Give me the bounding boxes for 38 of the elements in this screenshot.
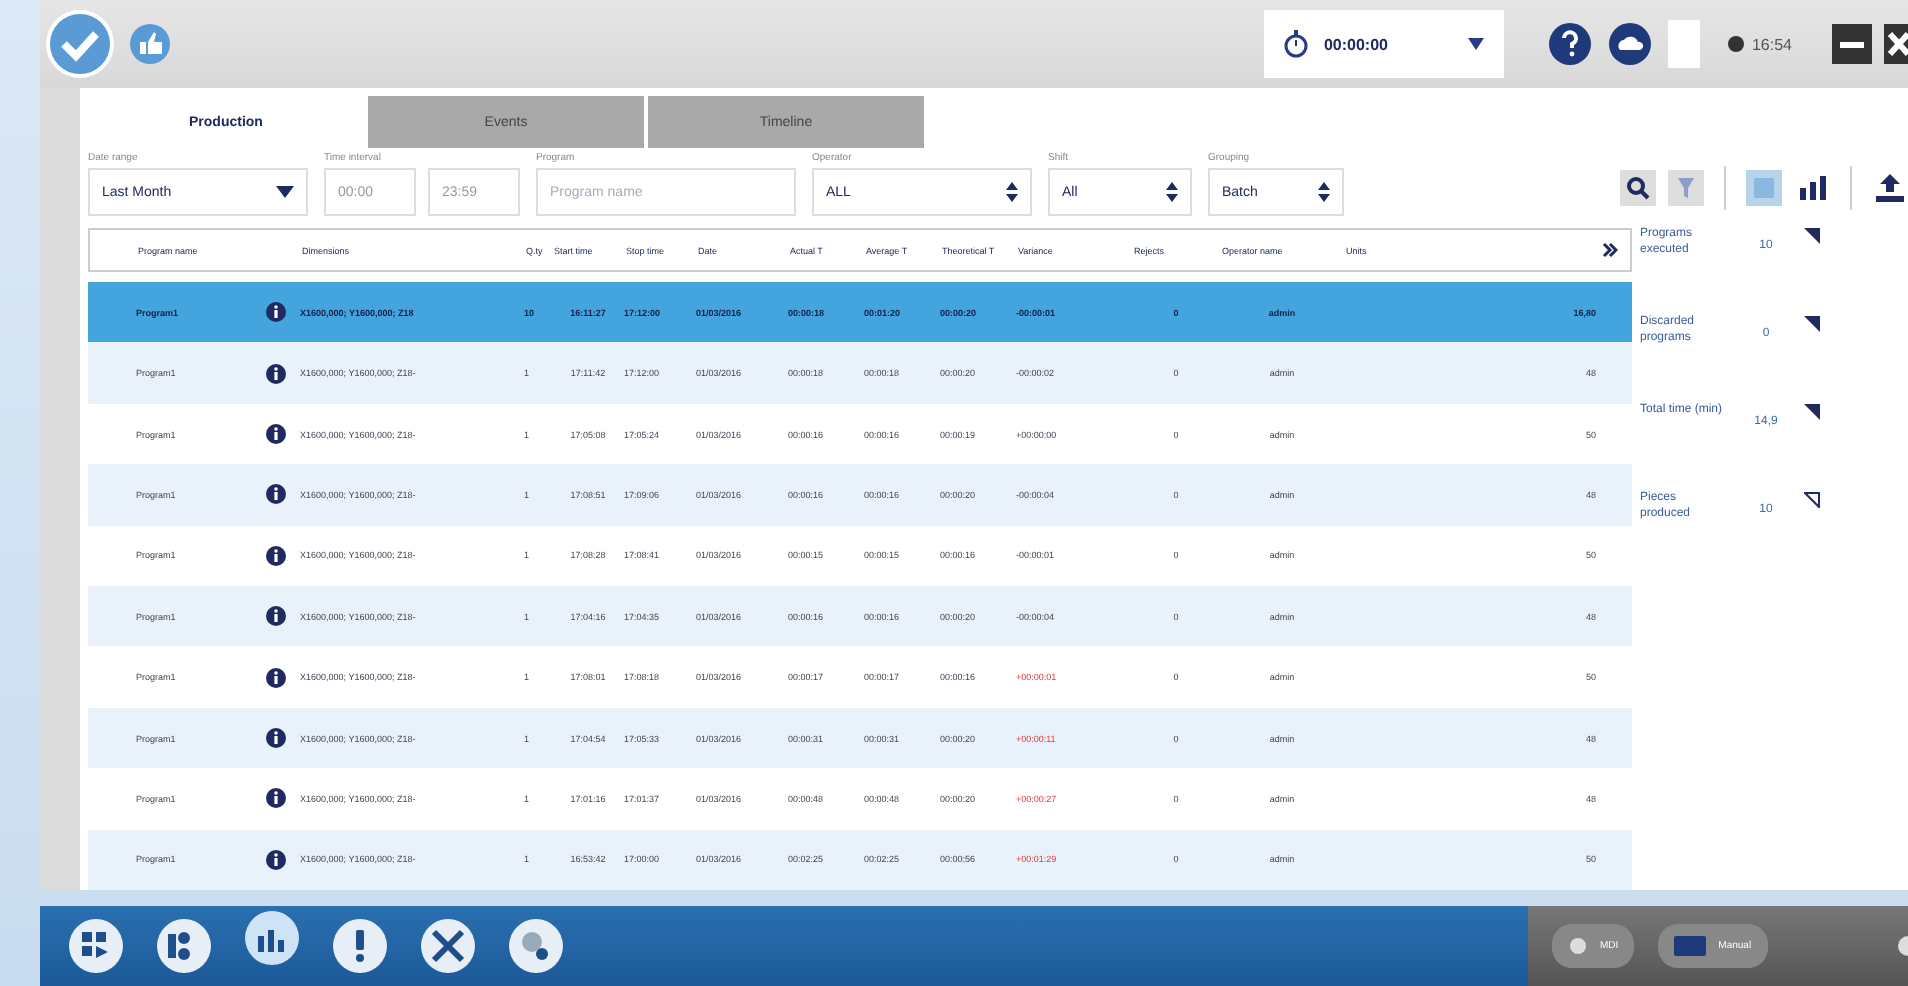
info-icon[interactable]	[266, 606, 286, 627]
spinner-icon	[1166, 182, 1178, 202]
info-icon[interactable]	[266, 363, 286, 384]
grid-play-icon[interactable]	[68, 918, 124, 974]
chevron-right-icon[interactable]	[1602, 242, 1618, 258]
bar-chart-icon[interactable]	[244, 910, 300, 966]
info-icon[interactable]	[266, 484, 286, 505]
help-icon[interactable]	[1547, 22, 1592, 66]
info-icon[interactable]	[266, 545, 286, 566]
caret-icon	[276, 186, 294, 198]
info-icon[interactable]	[266, 849, 286, 870]
thumbs-up-icon[interactable]	[128, 22, 172, 66]
info-icon[interactable]	[266, 728, 286, 749]
corner-marker-icon[interactable]	[1804, 492, 1820, 508]
info-icon[interactable]	[266, 788, 286, 809]
info-icon[interactable]	[266, 424, 286, 445]
corner-marker-icon[interactable]	[1804, 316, 1820, 332]
tools-icon[interactable]	[420, 918, 476, 974]
clock-time: 16:54	[1751, 35, 1792, 53]
spinner-icon	[1006, 182, 1018, 202]
cloud-icon[interactable]	[1607, 22, 1652, 66]
check-icon[interactable]	[44, 8, 116, 80]
caret-icon	[1467, 38, 1484, 50]
chart-view-icon[interactable]	[1794, 170, 1830, 206]
corner-marker-icon[interactable]	[1804, 404, 1820, 420]
monitor-icon	[1674, 936, 1707, 956]
search-icon[interactable]	[1620, 170, 1656, 206]
clock-icon	[1727, 36, 1744, 52]
export-icon[interactable]	[1872, 170, 1908, 206]
corner-marker-icon[interactable]	[1804, 228, 1820, 244]
minimize-icon[interactable]	[1832, 24, 1872, 64]
info-icon[interactable]	[266, 667, 286, 688]
close-icon[interactable]	[1884, 24, 1908, 64]
info-icon[interactable]	[266, 302, 286, 323]
spinner-icon	[1318, 182, 1330, 202]
timer-dropdown[interactable]: 00:00:00	[1263, 10, 1504, 78]
alert-icon[interactable]	[332, 918, 388, 974]
stopwatch-icon	[1283, 30, 1308, 58]
